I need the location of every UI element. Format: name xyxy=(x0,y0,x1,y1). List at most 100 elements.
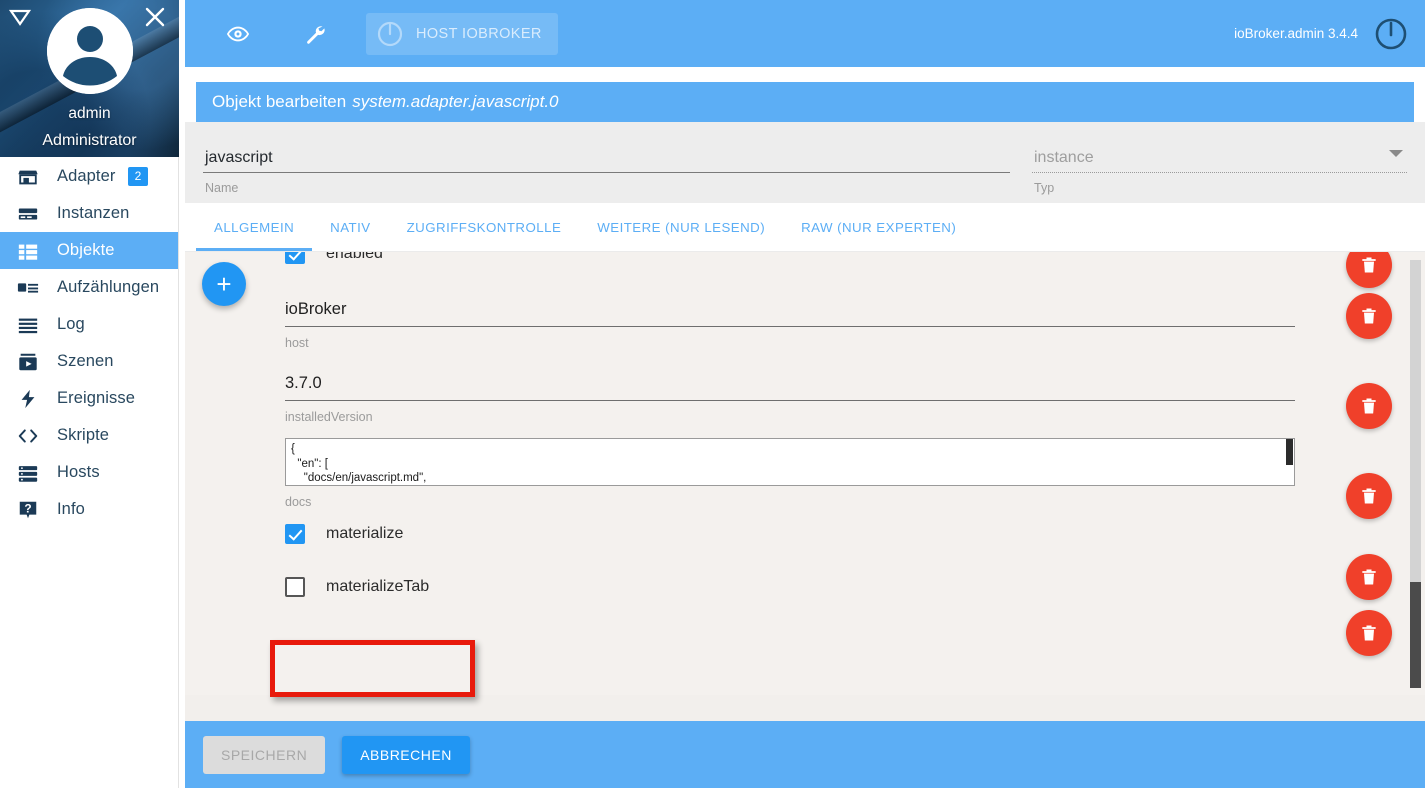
avatar[interactable] xyxy=(46,8,133,94)
tab-label: NATIV xyxy=(330,219,371,235)
sidebar-item-label: Szenen xyxy=(57,352,114,370)
delete-attribute-button[interactable] xyxy=(1346,610,1392,656)
sidebar-item-skripte[interactable]: Skripte xyxy=(0,417,178,454)
sidebar-item-ereignisse[interactable]: Ereignisse xyxy=(0,380,178,417)
sidebar-item-aufzaehlungen[interactable]: Aufzählungen xyxy=(0,269,178,306)
row-installedversion: 3.7.0 installedVersion xyxy=(285,350,1315,424)
power-icon xyxy=(375,19,405,49)
name-input[interactable]: javascript xyxy=(203,144,1010,172)
eye-icon[interactable] xyxy=(215,11,261,57)
profile-role: Administrator xyxy=(42,132,137,149)
dialog-header-fields: javascript Name instance Typ xyxy=(185,122,1425,203)
profile-username: admin xyxy=(68,105,111,122)
tab-zugriffskontrolle[interactable]: ZUGRIFFSKONTROLLE xyxy=(389,203,580,251)
sidebar-item-adapter[interactable]: Adapter 2 xyxy=(0,158,178,195)
sidebar-item-info[interactable]: ? Info xyxy=(0,491,178,528)
hosts-icon xyxy=(17,462,43,484)
host-input[interactable]: ioBroker xyxy=(285,292,1315,326)
store-icon xyxy=(17,166,43,188)
sidebar-item-label: Aufzählungen xyxy=(57,278,160,296)
sidebar-item-label: Objekte xyxy=(57,241,115,259)
content-scrollbar-thumb[interactable] xyxy=(1410,582,1421,688)
delete-attribute-button[interactable] xyxy=(1346,383,1392,429)
materializetab-checkbox[interactable] xyxy=(285,577,305,597)
docs-textarea[interactable]: { "en": [ "docs/en/javascript.md", "docs… xyxy=(285,438,1295,486)
delete-attribute-button[interactable] xyxy=(1346,554,1392,600)
dialog-tabs: ALLGEMEIN NATIV ZUGRIFFSKONTROLLE WEITER… xyxy=(185,203,1425,252)
content-vertical-scrollbar[interactable] xyxy=(1410,260,1421,688)
trash-icon xyxy=(1362,308,1376,324)
app-version-label: ioBroker.admin 3.4.4 xyxy=(1234,26,1358,41)
objects-icon xyxy=(17,240,43,262)
sidebar-item-label: Skripte xyxy=(57,426,110,444)
sidebar-item-label: Ereignisse xyxy=(57,389,136,407)
tab-raw-nur-experten[interactable]: RAW (NUR EXPERTEN) xyxy=(783,203,974,251)
row-materializetab: materializeTab xyxy=(285,559,1315,615)
tab-label: WEITERE (NUR LESEND) xyxy=(597,219,766,235)
type-helper-text: Typ xyxy=(1034,181,1055,195)
host-helper-text: host xyxy=(285,336,309,350)
edit-object-dialog: Objekt bearbeiten system.adapter.javascr… xyxy=(185,67,1425,788)
type-select[interactable]: instance xyxy=(1032,144,1407,172)
sidebar-item-instanzen[interactable]: Instanzen xyxy=(0,195,178,232)
tab-weitere-nur-lesend[interactable]: WEITERE (NUR LESEND) xyxy=(579,203,783,251)
svg-text:?: ? xyxy=(24,501,31,515)
add-attribute-button[interactable]: + xyxy=(202,262,246,306)
tab-label: ALLGEMEIN xyxy=(214,219,295,235)
trash-icon xyxy=(1362,398,1376,414)
enums-icon xyxy=(17,277,43,299)
sidebar-item-hosts[interactable]: Hosts xyxy=(0,454,178,491)
info-icon: ? xyxy=(17,499,43,521)
materialize-label: materialize xyxy=(326,525,404,542)
sidebar-item-label: Info xyxy=(57,500,85,518)
materialize-checkbox[interactable] xyxy=(285,524,305,544)
tab-allgemein[interactable]: ALLGEMEIN xyxy=(196,203,313,251)
delete-attribute-button[interactable] xyxy=(1346,293,1392,339)
sidebar-profile-header: admin Administrator xyxy=(0,0,179,157)
chevron-down-icon[interactable] xyxy=(1389,150,1403,157)
attribute-rows: enabled ioBroker host 3.7.0 installedVer… xyxy=(285,252,1315,615)
type-field-group: instance Typ xyxy=(1032,144,1407,195)
close-icon[interactable] xyxy=(143,5,167,29)
name-field-group: javascript Name xyxy=(203,144,1010,195)
trash-icon xyxy=(1362,488,1376,504)
sidebar-item-label: Adapter xyxy=(57,167,116,185)
docs-textarea-scrollbar[interactable] xyxy=(1286,439,1293,465)
instances-icon xyxy=(17,203,43,225)
sidebar-item-objekte[interactable]: Objekte xyxy=(0,232,178,269)
sidebar-nav: Adapter 2 Instanzen Objekte Aufzählungen… xyxy=(0,157,178,528)
collapse-triangle-icon[interactable] xyxy=(8,8,32,28)
host-iobroker-button[interactable]: HOST IOBROKER xyxy=(366,12,558,55)
docs-helper-text: docs xyxy=(285,495,312,509)
power-logout-icon[interactable] xyxy=(1372,15,1410,53)
save-button[interactable]: SPEICHERN xyxy=(203,735,326,774)
cancel-button[interactable]: ABBRECHEN xyxy=(342,735,470,774)
sidebar-item-szenen[interactable]: Szenen xyxy=(0,343,178,380)
row-materialize: materialize xyxy=(285,509,1315,559)
trash-icon xyxy=(1362,569,1376,585)
delete-attribute-button[interactable] xyxy=(1346,473,1392,519)
trash-icon xyxy=(1362,625,1376,641)
installedversion-input[interactable]: 3.7.0 xyxy=(285,366,1315,400)
installedversion-helper-text: installedVersion xyxy=(285,410,373,424)
enabled-label: enabled xyxy=(326,252,383,262)
delete-buttons-column xyxy=(1346,252,1392,656)
enabled-checkbox[interactable] xyxy=(285,252,305,264)
sidebar-item-log[interactable]: Log xyxy=(0,306,178,343)
events-icon xyxy=(17,388,43,410)
dialog-title-prefix: Objekt bearbeiten xyxy=(212,92,347,111)
wrench-icon[interactable] xyxy=(292,11,338,57)
sidebar-item-label: Instanzen xyxy=(57,204,130,222)
top-app-bar: HOST IOBROKER ioBroker.admin 3.4.4 xyxy=(185,0,1425,67)
delete-attribute-button[interactable] xyxy=(1346,252,1392,288)
dialog-content-scroll-area[interactable]: + enabled ioBroker host 3.7.0 installedV… xyxy=(185,252,1425,695)
dialog-title-bar: Objekt bearbeiten system.adapter.javascr… xyxy=(196,82,1414,122)
sidebar-item-label: Hosts xyxy=(57,463,100,481)
dialog-title-object-id: system.adapter.javascript.0 xyxy=(352,92,559,111)
dialog-footer: SPEICHERN ABBRECHEN xyxy=(185,721,1425,788)
materializetab-label: materializeTab xyxy=(326,578,430,595)
iobroker-admin-window: admin Administrator Adapter 2 Instanzen … xyxy=(0,0,1425,788)
tab-nativ[interactable]: NATIV xyxy=(312,203,388,251)
top-bar-right: ioBroker.admin 3.4.4 xyxy=(1234,15,1425,53)
row-enabled: enabled xyxy=(285,252,1315,276)
